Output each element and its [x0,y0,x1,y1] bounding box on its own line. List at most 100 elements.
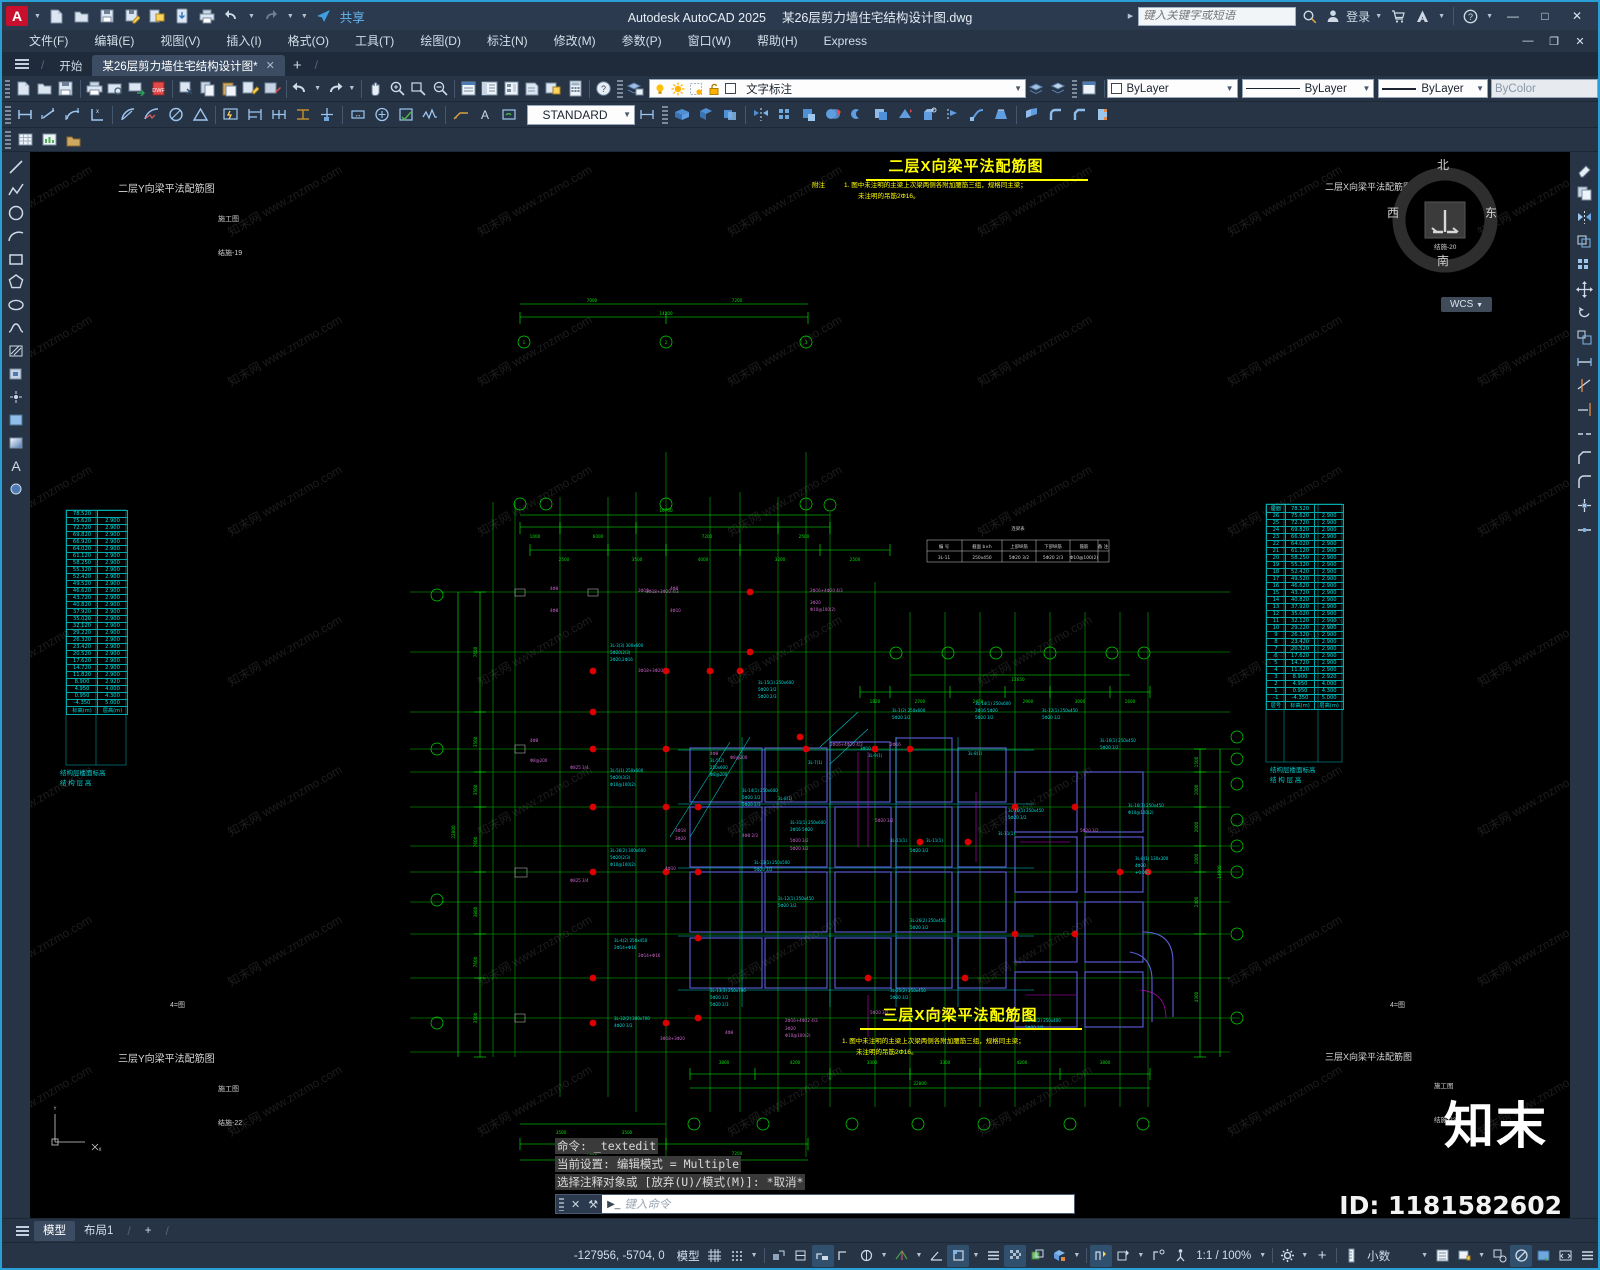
redo-icon-2[interactable] [324,77,345,100]
copy-icon[interactable] [197,77,218,100]
markup-set-icon[interactable] [543,77,564,100]
store-cart-icon[interactable] [1387,5,1409,27]
diameter-dimension-icon[interactable] [164,103,188,126]
text-style-selector[interactable]: STANDARD ▼ [527,104,635,125]
plot-preview-icon[interactable] [105,77,126,100]
menu-item-help[interactable]: 帮助(H) [744,30,811,52]
qat-dropdown-icon[interactable]: ▼ [31,13,44,20]
customization-menu-icon[interactable] [1576,1245,1598,1267]
zoom-window-icon[interactable] [408,77,429,100]
gradient-icon[interactable] [5,432,27,454]
text-style-dropdown-icon[interactable]: ▼ [619,110,631,119]
offset-icon[interactable] [1573,230,1595,252]
3d-osnap-dropdown-icon[interactable]: ▼ [913,1252,926,1259]
text-style-icon[interactable]: A [473,103,497,126]
tab-close-icon[interactable]: ✕ [266,59,275,72]
menu-item-file[interactable]: 文件(F) [16,30,81,52]
undo-dropdown-icon[interactable]: ▼ [245,13,258,20]
pan-hand-icon[interactable] [365,77,386,100]
menu-item-express[interactable]: Express [811,30,880,52]
object-snap-icon[interactable] [856,1245,878,1267]
mirror-icon[interactable] [1573,206,1595,228]
polyline-icon[interactable] [5,179,27,201]
help-icon-2[interactable]: ? [593,77,614,100]
graphics-performance-icon[interactable] [1510,1244,1532,1267]
annotation-scale-person-icon[interactable] [1169,1245,1191,1267]
dimension-reassociate-icon[interactable] [497,103,521,126]
slice-icon[interactable] [893,103,917,126]
point-icon[interactable] [5,386,27,408]
autocad-logo-icon[interactable]: A [6,6,28,26]
dynamic-input-icon[interactable] [811,1244,834,1267]
menu-item-parametric[interactable]: 参数(P) [609,30,675,52]
menu-item-format[interactable]: 格式(O) [275,30,342,52]
draw-toolbar-grip[interactable] [5,105,11,124]
annotation-visibility-icon[interactable] [1090,1244,1113,1267]
autoscale-icon[interactable] [1112,1245,1134,1267]
search-icon[interactable] [1298,5,1320,27]
layer-selector[interactable]: 文字标注 ▼ [649,79,1027,98]
continue-dimension-icon[interactable] [267,103,291,126]
menu-item-insert[interactable]: 插入(I) [213,30,274,52]
line-icon[interactable] [5,156,27,178]
add-layout-icon[interactable]: + [136,1221,161,1241]
document-restore-button[interactable]: ❐ [1542,31,1566,51]
window-close-button[interactable]: ✕ [1562,3,1592,29]
table-icon[interactable] [13,128,37,151]
menu-item-modify[interactable]: 修改(M) [541,30,609,52]
menu-item-draw[interactable]: 绘图(D) [407,30,474,52]
customize-plus-icon[interactable]: + [1311,1245,1333,1267]
annotation-scale-value[interactable]: 1:1 / 100% [1191,1250,1256,1262]
subtract-icon[interactable] [845,103,869,126]
loft-icon[interactable] [989,103,1013,126]
dimension-update-icon[interactable] [370,103,394,126]
aligned-dimension-icon[interactable] [37,103,61,126]
tab-start[interactable]: 开始 [49,55,92,76]
viewport-scale-sync-icon[interactable] [1147,1245,1169,1267]
jogged-dimension-icon[interactable] [140,103,164,126]
ordinate-dimension-icon[interactable]: x [85,103,109,126]
quick-dimension-icon[interactable] [219,103,243,126]
lineweight-selector[interactable]: ByLayer ▼ [1378,79,1488,98]
command-line-area[interactable]: 命令: _textedit 当前设置: 编辑模式 = Multiple 选择注释… [555,1138,1075,1214]
qnew-icon[interactable] [12,77,33,100]
lock-ui-icon[interactable] [1453,1245,1475,1267]
coordinate-display[interactable]: -127956, -5704, 0 [566,1250,673,1262]
document-close-button[interactable]: ✕ [1568,31,1592,51]
user-account-icon[interactable] [1322,5,1344,27]
compass-rose[interactable]: 北 南 东 西 [1385,158,1505,280]
document-minimize-button[interactable]: — [1516,31,1540,51]
tab-model[interactable]: 模型 [34,1220,75,1241]
linetype-selector[interactable]: ByLayer ▼ [1241,79,1375,98]
angular-dimension-icon[interactable] [188,103,212,126]
layer-states-icon[interactable] [1047,77,1068,100]
ellipse-icon[interactable] [5,294,27,316]
object-color-selector[interactable]: ByLayer ▼ [1107,79,1238,98]
layers-toolbar-grip[interactable] [617,79,623,98]
join-icon[interactable] [1573,518,1595,540]
calculator-icon[interactable] [565,77,586,100]
menu-item-window[interactable]: 窗口(W) [675,30,744,52]
new-tab-icon[interactable]: + [285,56,310,76]
chart-icon[interactable] [37,128,61,151]
center-mark-icon[interactable] [315,103,339,126]
paste-icon[interactable] [219,77,240,100]
arc-icon[interactable] [5,225,27,247]
3d-array-icon[interactable] [773,103,797,126]
rectangle-icon[interactable] [5,248,27,270]
infer-constraints-icon[interactable] [768,1245,790,1267]
properties-palette-icon[interactable] [458,77,479,100]
command-input-bar[interactable]: ✕ ⚒ ▶_ 键入命令 [555,1194,1075,1214]
lock-ui-dropdown-icon[interactable]: ▼ [1475,1252,1488,1259]
plot-icon[interactable] [83,77,104,100]
model-space-label[interactable]: 模型 [673,1248,704,1264]
grid-display-icon[interactable] [704,1245,726,1267]
transparency-icon[interactable] [1004,1244,1027,1267]
isolate-objects-icon[interactable] [1488,1245,1510,1267]
3d-scale-icon[interactable] [797,103,821,126]
break-icon[interactable] [1573,422,1595,444]
command-settings-icon[interactable]: ⚒ [584,1198,602,1211]
zoom-realtime-icon[interactable] [387,77,408,100]
attach-icon[interactable] [61,128,85,151]
chamfer-icon[interactable] [1573,446,1595,468]
